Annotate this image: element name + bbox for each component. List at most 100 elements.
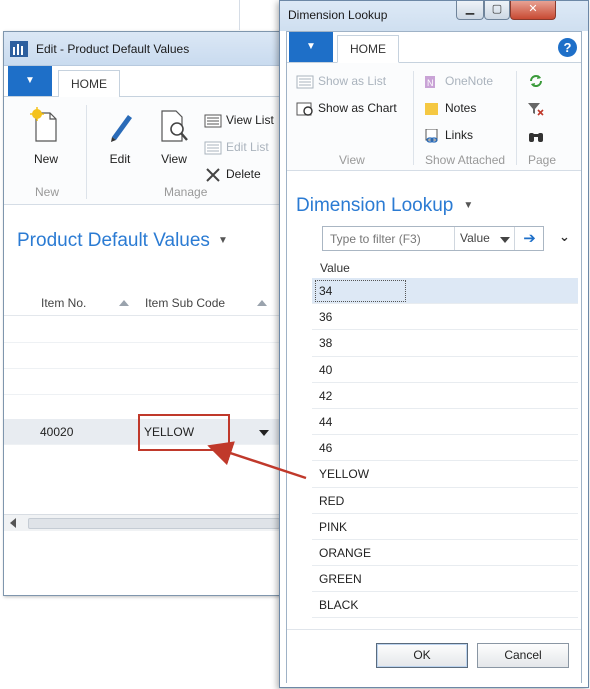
list-item-value: 36 [319, 310, 333, 325]
list-item-value: 44 [319, 414, 333, 429]
tab-home[interactable]: HOME [58, 70, 120, 98]
edit-list-icon [204, 141, 222, 155]
group-divider [86, 105, 87, 199]
list-item[interactable]: RED [312, 488, 578, 514]
list-item-value: GREEN [319, 572, 362, 587]
ok-button[interactable]: OK [376, 643, 468, 668]
ribbon: Show as List Show as Chart View N OneNote… [287, 63, 581, 171]
scrollbar-thumb[interactable] [28, 518, 280, 529]
scroll-left-icon[interactable] [10, 518, 16, 528]
links-button[interactable]: Links [423, 126, 473, 144]
refresh-icon [530, 74, 542, 87]
list-item-value: ORANGE [319, 545, 372, 560]
list-item-value: PINK [319, 519, 348, 534]
table-header: Value [287, 258, 581, 278]
application-menu-button[interactable]: ▼ [289, 32, 333, 62]
links-icon [425, 128, 438, 143]
new-button[interactable]: New [26, 107, 66, 166]
chevron-down-icon: ▼ [463, 200, 474, 212]
background-divider [239, 0, 240, 30]
group-label-manage: Manage [164, 185, 208, 199]
edit-list-button[interactable]: Edit List [204, 138, 269, 156]
onenote-icon: N [425, 75, 435, 88]
group-label-new: New [35, 185, 60, 199]
dimension-lookup-window: Dimension Lookup ▁ ▢ ✕ ▼ HOME ? Show as … [279, 0, 589, 688]
list-item[interactable]: 42 [312, 383, 578, 409]
table-row[interactable] [4, 369, 284, 395]
horizontal-scrollbar[interactable] [4, 514, 284, 531]
onenote-button[interactable]: N OneNote [423, 72, 493, 90]
help-icon[interactable]: ? [558, 38, 577, 57]
list-item[interactable]: YELLOW [312, 461, 578, 488]
list-item[interactable]: PINK [312, 514, 578, 540]
chevron-down-icon: ▼ [217, 235, 228, 247]
sort-ascending-icon [257, 300, 267, 306]
list-item[interactable]: 40 [312, 357, 578, 383]
show-as-chart-button[interactable]: Show as Chart [296, 99, 397, 117]
filter-input[interactable] [323, 227, 453, 250]
table-header: Item No. Item Sub Code [4, 294, 284, 316]
view-button[interactable]: View [154, 107, 194, 166]
list-item[interactable]: 46 [312, 435, 578, 462]
group-divider [413, 71, 414, 165]
view-list-icon [204, 114, 222, 128]
list-item-value: 40 [319, 362, 333, 377]
column-header-item-sub-code[interactable]: Item Sub Code [145, 296, 225, 310]
page-title[interactable]: Dimension Lookup ▼ [296, 195, 473, 217]
svg-text:N: N [427, 78, 434, 88]
list-item[interactable]: 36 [312, 304, 578, 331]
maximize-button[interactable]: ▢ [484, 1, 510, 20]
window-title: Edit - Product Default Values [36, 42, 190, 56]
minimize-button[interactable]: ▁ [456, 1, 484, 20]
chart-icon [296, 102, 313, 116]
notes-button[interactable]: Notes [423, 99, 476, 117]
table-row[interactable] [4, 317, 284, 343]
group-label-view: View [339, 153, 365, 167]
column-header-value[interactable]: Value [320, 261, 350, 275]
notes-icon [425, 102, 438, 115]
list-item-value: 34 [314, 280, 407, 302]
dynamics-logo-icon [10, 41, 28, 57]
expand-filter-chevron-icon[interactable]: ⌄ [559, 229, 570, 245]
cancel-button[interactable]: Cancel [477, 643, 569, 668]
list-item[interactable]: 44 [312, 409, 578, 436]
column-header-item-no[interactable]: Item No. [41, 296, 86, 310]
sort-ascending-icon [119, 300, 129, 306]
refresh-button[interactable] [527, 71, 549, 89]
list-item-value: 38 [319, 336, 333, 351]
group-divider [516, 71, 517, 165]
view-list-button[interactable]: View List [204, 111, 274, 129]
list-item[interactable]: 34 [312, 278, 578, 305]
application-menu-button[interactable]: ▼ [8, 66, 52, 96]
edit-button[interactable]: Edit [100, 107, 140, 166]
list-item[interactable]: BLACK [312, 592, 578, 619]
delete-x-icon [206, 168, 220, 182]
product-default-values-window: Edit - Product Default Values ▼ HOME New… [3, 31, 285, 596]
clear-filter-button[interactable] [527, 99, 549, 117]
filter-bar: Value ➔ [322, 226, 544, 251]
page-title[interactable]: Product Default Values ▼ [17, 230, 228, 252]
show-as-list-button[interactable]: Show as List [296, 72, 386, 90]
filter-field-select[interactable]: Value [454, 227, 514, 250]
value-list: 34 36 38 40 42 44 46 YELLOW RED PINK ORANGE GREEN BL… [312, 278, 578, 619]
list-item[interactable]: ORANGE [312, 540, 578, 567]
ribbon: New New Edit View View List Edit List De… [4, 97, 284, 205]
dialog-footer: OK Cancel [287, 629, 581, 684]
cell-item-no: 40020 [40, 425, 74, 439]
clear-filter-icon [528, 102, 544, 116]
find-button[interactable] [527, 126, 549, 144]
list-item[interactable]: 38 [312, 330, 578, 357]
title-bar[interactable]: Dimension Lookup ▁ ▢ ✕ [280, 1, 588, 31]
delete-button[interactable]: Delete [204, 165, 261, 183]
list-item-value: BLACK [319, 598, 359, 613]
apply-filter-arrow-icon[interactable]: ➔ [514, 227, 544, 250]
dropdown-arrow-icon[interactable] [259, 430, 269, 436]
table-row[interactable] [4, 343, 284, 369]
list-item-value: 42 [319, 388, 333, 403]
list-item-value: RED [319, 493, 345, 508]
list-item[interactable]: GREEN [312, 566, 578, 593]
close-button[interactable]: ✕ [510, 1, 556, 20]
tab-home[interactable]: HOME [337, 35, 399, 63]
title-bar[interactable]: Edit - Product Default Values [4, 32, 284, 66]
highlight-box [138, 414, 230, 451]
